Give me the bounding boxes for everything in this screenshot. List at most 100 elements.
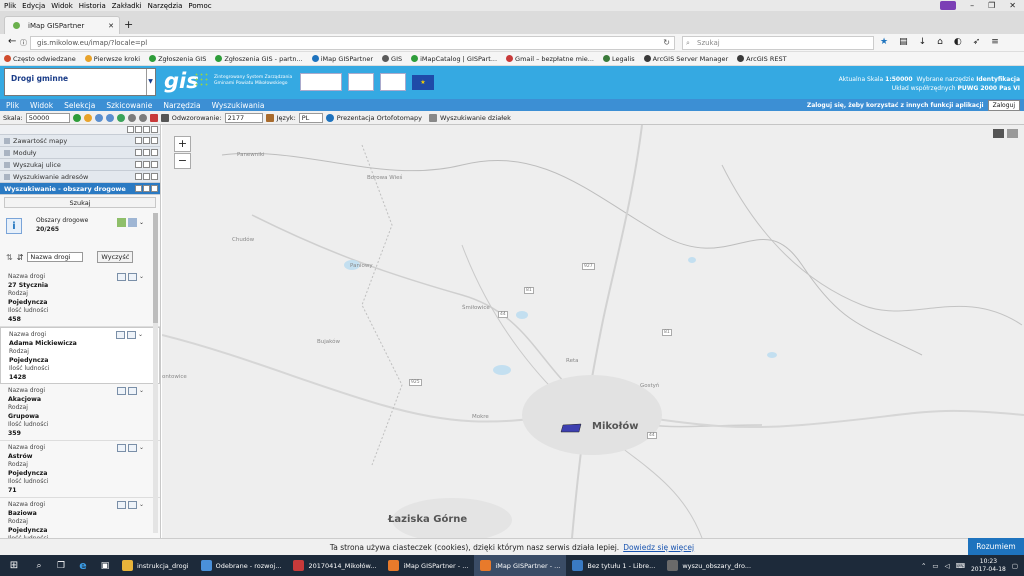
taskbar-item[interactable]: iMap GISPartner - ... — [382, 555, 474, 576]
info-icon[interactable]: ⓘ — [20, 38, 27, 48]
pan-icon[interactable] — [83, 113, 92, 122]
zoom-out-icon[interactable] — [105, 113, 114, 122]
close-window-button[interactable]: ✕ — [1009, 1, 1016, 10]
lang-select[interactable]: PL — [298, 112, 323, 123]
result-item[interactable]: Nazwa drogi 27 Stycznia Rodzaj Pojedyncza Il… — [0, 270, 160, 327]
comment-icon[interactable] — [993, 129, 1004, 138]
zoom-icon[interactable] — [116, 387, 126, 396]
sidebar-scrollbar[interactable] — [153, 213, 158, 533]
clear-button[interactable]: Wyczyść — [97, 251, 134, 263]
extension-icon[interactable]: ➶ — [973, 37, 981, 47]
star-icon[interactable]: ★ — [880, 37, 888, 47]
bookmark-item[interactable]: Zgłoszenia GIS - partn... — [215, 54, 303, 63]
item-actions[interactable]: ⌄ — [116, 444, 144, 453]
browser-menu-item[interactable]: Widok — [51, 2, 73, 10]
next-extent-icon[interactable] — [138, 113, 147, 122]
select-icon[interactable] — [126, 331, 136, 340]
result-item[interactable]: Nazwa drogi Adama Mickiewicza Rodzaj Pojedy… — [0, 327, 160, 384]
app-menu-item[interactable]: Narzędzia — [163, 101, 200, 110]
taskbar-item[interactable]: Odebrane - rozwoj... — [195, 555, 288, 576]
ortho-icon[interactable] — [325, 113, 334, 122]
notifications-icon[interactable]: ▢ — [1012, 562, 1018, 570]
ortho-link[interactable]: Prezentacja Ortofotomapy — [337, 114, 422, 122]
sort-select[interactable]: Nazwa drogi — [27, 252, 84, 262]
odwz-select[interactable]: 2177 — [224, 112, 263, 123]
zoom-in-button[interactable]: + — [174, 136, 191, 152]
chevron-down-icon[interactable]: ⌄ — [139, 273, 144, 282]
prev-extent-icon[interactable] — [127, 113, 136, 122]
app-menu-item[interactable]: Wyszukiwania — [212, 101, 265, 110]
browser-tab[interactable]: iMap GISPartner ✕ — [4, 16, 120, 34]
browser-menu-item[interactable]: Zakładki — [112, 2, 142, 10]
map-icon[interactable] — [265, 113, 274, 122]
print-icon[interactable] — [149, 113, 158, 122]
sidebar-panel[interactable]: Wyszukiwanie adresów — [0, 171, 160, 183]
camera-icon[interactable] — [160, 113, 169, 122]
url-bar[interactable]: gis.mikolow.eu/imap/?locale=pl ↻ — [30, 36, 675, 50]
select-icon[interactable] — [127, 387, 137, 396]
taskbar-item[interactable]: Bez tytułu 1 - Libre... — [566, 555, 661, 576]
panel-buttons[interactable] — [135, 173, 160, 180]
panel-buttons[interactable] — [135, 161, 160, 168]
panel-buttons[interactable] — [135, 137, 160, 144]
bookmark-item[interactable]: ArcGIS REST — [737, 54, 787, 63]
sidebar-panel[interactable]: Zawartość mapy — [0, 135, 160, 147]
new-tab-button[interactable]: + — [124, 18, 133, 31]
taskbar-item[interactable]: wyszu_obszary_dro... — [661, 555, 757, 576]
globe-icon[interactable] — [116, 113, 125, 122]
bookmark-item[interactable]: Gmail – bezpłatne mie... — [506, 54, 594, 63]
chevron-down-icon[interactable]: ⌄ — [139, 444, 144, 453]
zoom-full-icon[interactable] — [72, 113, 81, 122]
search-button[interactable]: Szukaj — [4, 197, 156, 208]
cookie-accept-button[interactable]: Rozumiem — [968, 538, 1024, 555]
item-actions[interactable]: ⌄ — [116, 387, 144, 396]
bookmark-item[interactable]: iMapCatalog | GISPart... — [411, 54, 497, 63]
map-svg[interactable] — [162, 125, 1024, 538]
store-icon[interactable]: ▣ — [94, 561, 116, 571]
app-menu-item[interactable]: Plik — [6, 101, 19, 110]
edge-icon[interactable]: e — [72, 559, 94, 572]
bookmark-item[interactable]: GIS — [382, 54, 402, 63]
select-icon[interactable] — [127, 444, 137, 453]
bookmark-item[interactable]: Często odwiedzane — [4, 54, 76, 63]
select-icon[interactable] — [127, 273, 137, 282]
maximize-button[interactable]: ❐ — [988, 1, 995, 10]
zoom-out-button[interactable]: − — [174, 153, 191, 169]
back-icon[interactable]: ← — [8, 36, 16, 47]
volume-icon[interactable]: ◁ — [945, 562, 950, 570]
item-actions[interactable]: ⌄ — [116, 273, 144, 282]
browser-menu-item[interactable]: Edycja — [22, 2, 45, 10]
reload-icon[interactable]: ↻ — [663, 38, 670, 47]
hamburger-menu-icon[interactable]: ≡ — [991, 37, 999, 47]
browser-menu-item[interactable]: Plik — [4, 2, 16, 10]
cookie-more-link[interactable]: Dowiedz się więcej — [623, 543, 694, 552]
zoom-icon[interactable] — [115, 331, 125, 340]
sidebar-header-buttons[interactable] — [127, 126, 160, 133]
result-item[interactable]: Nazwa drogi Astrów Rodzaj Pojedyncza Ilość l… — [0, 441, 160, 498]
zoom-to-icon[interactable] — [127, 218, 137, 227]
browser-menu-item[interactable]: Narzędzia — [148, 2, 183, 10]
parcel-link[interactable]: Wyszukiwanie działek — [440, 114, 511, 122]
map-canvas[interactable]: Panewniki Chudów Paniowy Bujaków ontowice Śmi… — [162, 125, 1024, 538]
close-tab-icon[interactable]: ✕ — [108, 22, 119, 30]
active-panel-header[interactable]: Wyszukiwanie - obszary drogowe — [0, 183, 160, 195]
scale-input[interactable]: 50000 — [25, 112, 70, 123]
keyboard-icon[interactable]: ⌨ — [956, 562, 965, 570]
result-item[interactable]: Nazwa drogiBaziowaRodzajPojedynczaIlość … — [0, 498, 160, 538]
bookmark-item[interactable]: iMap GISPartner — [311, 54, 373, 63]
app-menu-item[interactable]: Szkicowanie — [106, 101, 152, 110]
library-icon[interactable]: ▤ — [899, 37, 908, 47]
app-menu-item[interactable]: Widok — [30, 101, 53, 110]
network-icon[interactable]: ▭ — [932, 562, 938, 570]
app-menu-item[interactable]: Selekcja — [64, 101, 95, 110]
login-button[interactable]: Zaloguj — [987, 100, 1020, 111]
layer-select[interactable]: Drogi gminne ▼ — [4, 68, 156, 96]
measure-icon[interactable] — [1007, 129, 1018, 138]
bookmark-item[interactable]: Legalis — [602, 54, 635, 63]
taskbar-item[interactable]: instrukcja_drogi — [116, 555, 195, 576]
taskbar-item[interactable]: iMap GISPartner - ... — [474, 555, 567, 576]
chevron-down-icon[interactable]: ⌄ — [139, 501, 144, 510]
item-actions[interactable]: ⌄ — [116, 501, 144, 510]
chevron-down-icon[interactable]: ⌄ — [139, 219, 144, 226]
windows-start-icon[interactable]: ⊞ — [0, 560, 28, 571]
